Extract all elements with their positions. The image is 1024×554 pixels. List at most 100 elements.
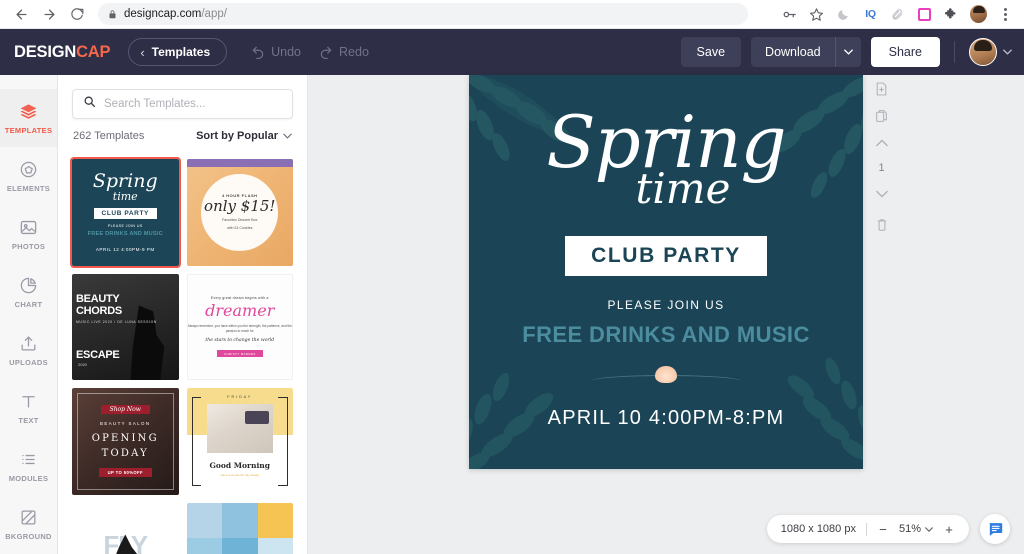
app-body: TEMPLATES ELEMENTS PHOTOS CHART UPLOADS [0,75,1024,554]
canvas-subtitle[interactable]: time [636,168,731,210]
search-box[interactable] [72,89,293,119]
download-dropdown-caret[interactable] [834,37,861,67]
thumb-script: the stars to change the world [205,338,275,344]
canvas-feature-line[interactable]: FREE DRINKS AND MUSIC [522,322,809,348]
logo-design-text: DESIGN [14,42,77,61]
kebab-menu-icon[interactable] [997,6,1014,23]
zoom-in-button[interactable]: + [943,522,955,537]
search-input[interactable] [104,98,282,110]
design-canvas[interactable]: Spring time CLUB PARTY PLEASE JOIN US FR… [469,75,863,469]
chat-button[interactable] [980,514,1010,544]
sidebar-item-elements[interactable]: ELEMENTS [0,147,57,205]
thumb-photo [206,404,273,453]
chevron-left-icon: ‹ [140,44,145,60]
puzzle-icon[interactable] [943,6,960,23]
zoom-divider [865,522,867,536]
templates-panel-header: 262 Templates Sort by Popular [58,75,307,151]
pink-square-icon[interactable] [916,6,933,23]
thumb-title: only $15! [204,197,276,216]
sidebar-item-bkground[interactable]: BKGROUND [0,495,57,553]
template-thumbnail-dreamer-quote[interactable]: Every great dream begins with a dreamer … [186,273,293,380]
redo-button[interactable]: Redo [319,45,369,59]
sidebar-label-elements: ELEMENTS [6,184,51,193]
forward-arrow-icon[interactable] [36,1,62,27]
share-button[interactable]: Share [870,37,940,67]
thumb-eyebrow: FRIDAY [227,395,253,399]
undo-redo-group: Undo Redo [251,45,369,59]
canvas-badge[interactable]: CLUB PARTY [565,236,767,277]
designcap-logo: DESIGNCAP [14,42,111,62]
sidebar-item-uploads[interactable]: UPLOADS [0,321,57,379]
iq-icon[interactable]: IQ [862,6,879,23]
sidebar-item-photos[interactable]: PHOTOS [0,205,57,263]
background-image-icon [19,507,38,527]
sidebar-item-templates[interactable]: TEMPLATES [0,89,57,147]
url-text: designcap.com/app/ [124,8,227,20]
text-t-icon [19,391,38,411]
template-thumbnail-only-15-flash-sale[interactable]: 4 HOUR FLASH only $15! Favorites Dessert… [186,159,293,266]
page-number: 1 [878,162,885,174]
templates-panel: 262 Templates Sort by Popular Spring [58,75,308,554]
template-thumbnail-spring-time-club-party[interactable]: Spring time CLUB PARTY PLEASE JOIN US FR… [70,157,181,268]
redo-label: Redo [339,45,369,59]
address-bar[interactable]: designcap.com/app/ [98,3,748,25]
template-thumbnail-sports-grid-collage[interactable] [186,502,293,554]
zoom-controls: 1080 x 1080 px − 51% + [766,515,969,543]
undo-label: Undo [271,45,302,59]
sidebar-label-text: TEXT [18,416,39,425]
list-modules-icon [19,449,38,469]
upload-icon [19,333,38,353]
thumb-line3: APRIL 12 4:00PM-9 PM [95,247,155,253]
canvas-join-line[interactable]: PLEASE JOIN US [608,298,725,312]
add-page-icon[interactable] [874,81,889,96]
key-icon[interactable] [781,6,798,23]
undo-button[interactable]: Undo [251,45,301,59]
canvas-area: Spring time CLUB PARTY PLEASE JOIN US FR… [308,75,1024,554]
profile-avatar-icon[interactable] [970,5,987,23]
thumb-eyebrow: Every great dream begins with a [210,296,269,301]
save-button[interactable]: Save [680,37,742,67]
bookmark-star-icon[interactable] [808,6,825,23]
back-arrow-icon[interactable] [8,1,34,27]
undo-icon [252,46,264,59]
download-button-group: Download [751,37,861,67]
template-thumbnail-beauty-salon-opening-today[interactable]: Shop Now BEAUTY SALON OPENING TODAY UP T… [72,388,179,495]
browser-nav-buttons [8,1,90,27]
thumb-left-bracket [191,396,202,486]
thumb-t3: ESCAPE [76,348,120,361]
zoom-level-dropdown[interactable]: 51% [899,523,933,535]
browser-toolbar: designcap.com/app/ IQ [0,0,1024,29]
thumb-year: 2020 [78,362,87,368]
sidebar-item-modules[interactable]: MODULES [0,437,57,495]
zoom-out-button[interactable]: − [877,522,889,537]
sidebar-item-chart[interactable]: CHART [0,263,57,321]
gear-flower-icon [19,159,38,179]
sidebar-item-text[interactable]: TEXT [0,379,57,437]
redo-icon [320,46,332,59]
browser-extension-icons: IQ [781,5,1016,23]
canvas-date-line[interactable]: APRIL 10 4:00PM-8:PM [548,407,785,430]
chat-bubble-icon [989,522,1002,536]
thumb-sub1: Favorites Dessert Box [222,217,258,222]
templates-scroll-area[interactable]: Spring time CLUB PARTY PLEASE JOIN US FR… [58,151,307,554]
thumb-title: dreamer [205,301,275,321]
chevron-down-icon [1003,47,1012,58]
trash-icon[interactable] [874,217,889,232]
duplicate-page-icon[interactable] [874,108,889,123]
templates-meta-row: 262 Templates Sort by Popular [72,119,293,151]
download-button[interactable]: Download [751,37,835,67]
image-icon [19,217,38,237]
reload-icon[interactable] [64,1,90,27]
moon-icon[interactable] [835,6,852,23]
templates-toggle-button[interactable]: ‹ Templates [128,38,228,66]
template-thumbnail-good-morning-friday[interactable]: FRIDAY Good Morning Have a wonderful day… [186,388,293,495]
template-thumbnail-beauty-chords-escape[interactable]: BEAUTY CHORDS MUSIC LIVE 2020 / DE LUNA … [72,273,179,380]
zoom-level-label: 51% [898,523,921,535]
user-menu[interactable] [969,38,1012,66]
chevron-up-icon[interactable] [874,135,889,150]
chevron-down-icon[interactable] [874,186,889,201]
template-thumbnail-fly-high-eagle[interactable]: FLY HIGH [72,502,179,554]
sort-dropdown[interactable]: Sort by Popular [196,130,292,142]
chevron-down-icon [925,525,933,534]
paperclip-icon[interactable] [889,6,906,23]
